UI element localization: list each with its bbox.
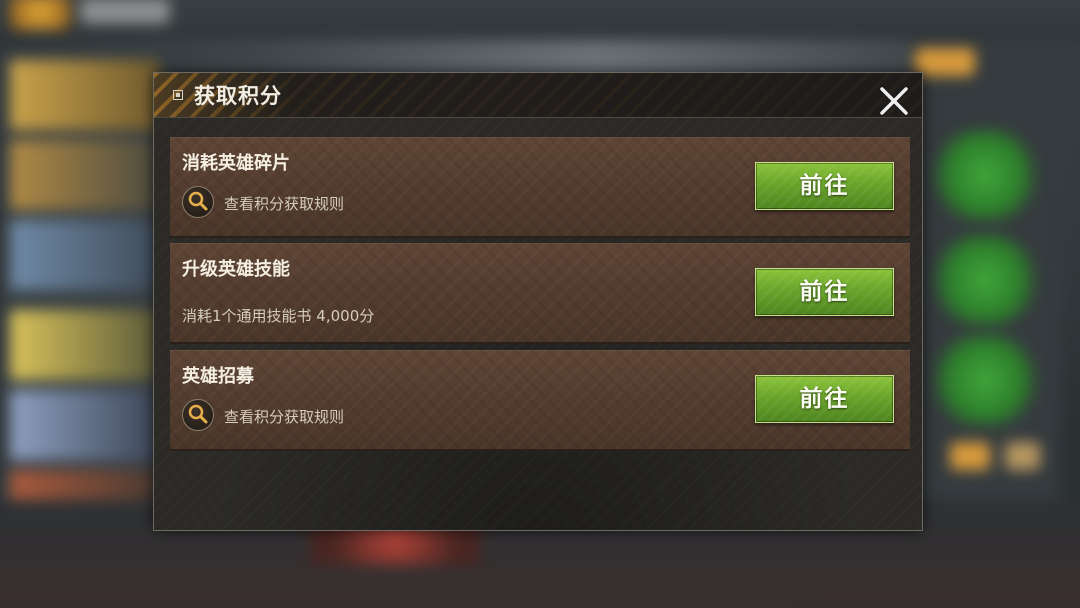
row-title: 升级英雄技能 [182, 259, 290, 280]
title-square-icon [173, 90, 183, 100]
view-rules-label: 查看积分获取规则 [224, 408, 345, 426]
dialog-title-bar: 获取积分 [154, 73, 922, 118]
dialog-title: 获取积分 [194, 84, 282, 108]
magnifier-icon [182, 399, 214, 431]
close-x-icon [879, 86, 909, 116]
row-title: 英雄招募 [182, 366, 254, 387]
go-button[interactable]: 前往 [755, 375, 894, 423]
earn-points-dialog: 获取积分 消耗英雄碎片 查看积分获取规则 前往 升级英雄技能 消耗1个通用技能书… [153, 72, 923, 531]
go-button-label: 前往 [799, 173, 850, 199]
list-item-consume-hero-shards: 消耗英雄碎片 查看积分获取规则 前往 [170, 137, 910, 238]
list-item-upgrade-hero-skill: 升级英雄技能 消耗1个通用技能书 4,000分 前往 [170, 243, 910, 344]
row-subtitle: 消耗1个通用技能书 4,000分 [182, 307, 375, 325]
go-button[interactable]: 前往 [755, 268, 894, 316]
go-button-label: 前往 [799, 279, 850, 305]
view-rules-label: 查看积分获取规则 [224, 195, 345, 213]
row-title: 消耗英雄碎片 [182, 153, 290, 174]
list-item-hero-recruit: 英雄招募 查看积分获取规则 前往 [170, 350, 910, 451]
go-button[interactable]: 前往 [755, 162, 894, 210]
magnifier-icon [182, 186, 214, 218]
go-button-label: 前往 [799, 386, 850, 412]
close-button[interactable] [874, 81, 914, 121]
